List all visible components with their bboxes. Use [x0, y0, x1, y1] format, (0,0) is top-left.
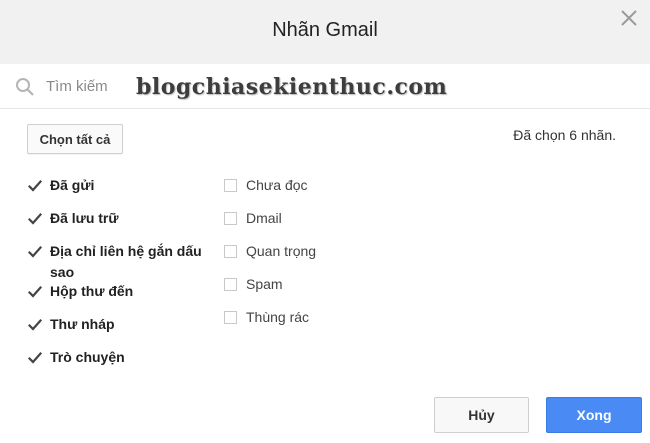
- label-item[interactable]: Trò chuyện: [28, 349, 218, 382]
- checkbox-unchecked[interactable]: [224, 245, 237, 258]
- checkbox-unchecked[interactable]: [224, 311, 237, 324]
- label-item[interactable]: Địa chỉ liên hệ gắn dấu sao: [28, 243, 218, 283]
- checkbox-checked[interactable]: [28, 212, 42, 225]
- selection-status: Đã chọn 6 nhãn.: [513, 127, 616, 143]
- label-name: Chưa đọc: [246, 177, 308, 193]
- label-name: Địa chỉ liên hệ gắn dấu sao: [50, 243, 202, 280]
- checkbox-checked[interactable]: [28, 179, 42, 192]
- label-name: Quan trọng: [246, 243, 317, 259]
- label-item[interactable]: Chưa đọc: [224, 177, 414, 210]
- label-name: Hộp thư đến: [50, 283, 134, 299]
- dialog-title: Nhãn Gmail: [272, 19, 378, 41]
- label-item[interactable]: Thùng rác: [224, 309, 414, 342]
- watermark: blogchiasekienthuc.com: [136, 74, 448, 100]
- label-name: Spam: [246, 276, 283, 292]
- search-icon: [15, 77, 35, 97]
- checkbox-checked[interactable]: [28, 285, 42, 298]
- label-name: Đã lưu trữ: [50, 210, 119, 226]
- label-name: Thùng rác: [246, 309, 310, 325]
- checkbox-unchecked[interactable]: [224, 212, 237, 225]
- checkbox-checked[interactable]: [28, 351, 42, 364]
- label-item[interactable]: Spam: [224, 276, 414, 309]
- done-button[interactable]: Xong: [546, 397, 642, 433]
- label-name: Trò chuyện: [50, 349, 125, 365]
- label-name: Dmail: [246, 210, 282, 226]
- label-name: Đã gửi: [50, 177, 95, 193]
- close-icon[interactable]: [619, 8, 639, 28]
- dialog-header: Nhãn Gmail: [0, 0, 650, 64]
- label-item[interactable]: Thư nháp: [28, 316, 218, 349]
- label-item[interactable]: Hộp thư đến: [28, 283, 218, 316]
- checkbox-unchecked[interactable]: [224, 179, 237, 192]
- select-all-button[interactable]: Chọn tất cả: [27, 124, 123, 154]
- label-item[interactable]: Đã gửi: [28, 177, 218, 210]
- label-name: Thư nháp: [50, 316, 115, 332]
- checkbox-checked[interactable]: [28, 245, 42, 258]
- checkbox-checked[interactable]: [28, 318, 42, 331]
- label-list-left: Đã gửi Đã lưu trữ Địa chỉ liên hệ gắn dấu …: [28, 177, 218, 382]
- label-item[interactable]: Dmail: [224, 210, 414, 243]
- checkbox-unchecked[interactable]: [224, 278, 237, 291]
- cancel-button[interactable]: Hủy: [434, 397, 529, 433]
- label-item[interactable]: Đã lưu trữ: [28, 210, 218, 243]
- label-item[interactable]: Quan trọng: [224, 243, 414, 276]
- label-list-right: Chưa đọc Dmail Quan trọng Spam Thùng rác: [224, 177, 414, 342]
